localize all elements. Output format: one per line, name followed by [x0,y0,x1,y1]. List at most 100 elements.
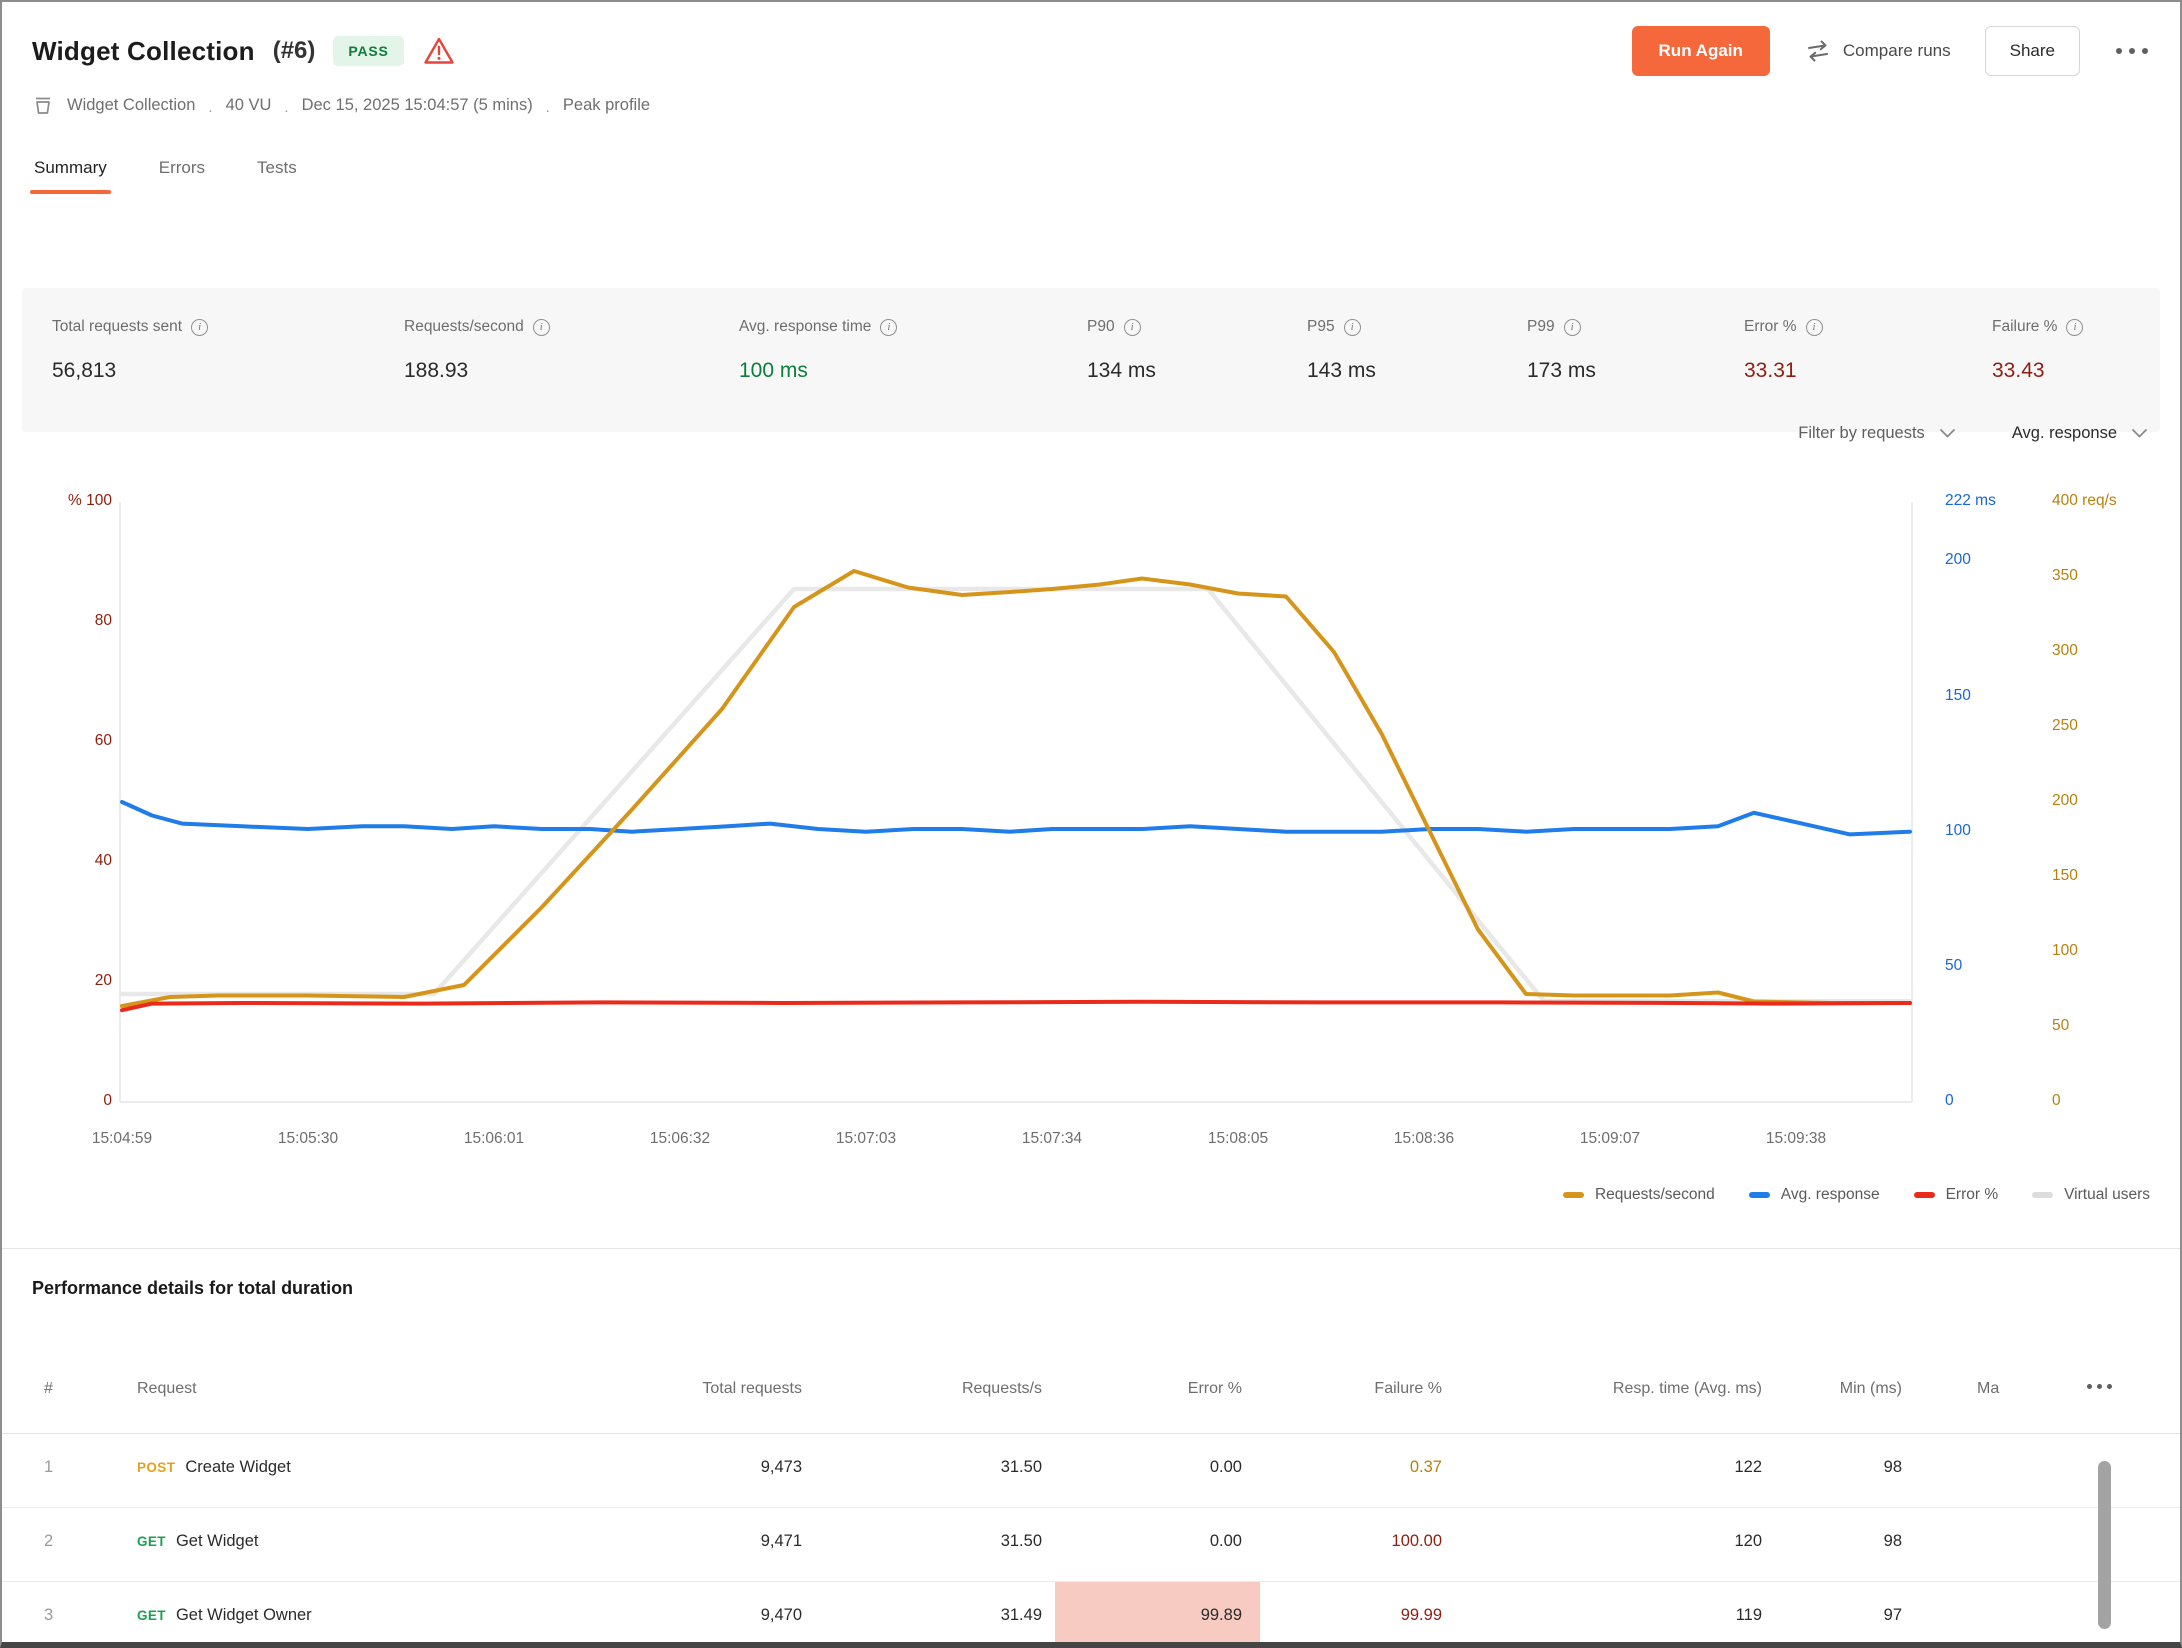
info-icon[interactable]: i [2066,319,2083,336]
legend-item-requests-second[interactable]: Requests/second [1563,1186,1715,1204]
stat-label: Requests/second i [404,318,550,336]
rps-axis-tick: 350 [2052,567,2078,585]
method-badge: POST [137,1460,175,1475]
legend-swatch-icon [1563,1192,1584,1198]
legend-label: Error % [1946,1186,1999,1204]
rps-axis-tick: 200 [2052,792,2078,810]
method-badge: GET [137,1534,166,1549]
legend-item-avg-response[interactable]: Avg. response [1749,1186,1880,1204]
run-meta-item: Dec 15, 2025 15:04:57 (5 mins) [302,96,533,115]
info-icon[interactable]: i [533,319,550,336]
stat-value: 134 ms [1087,359,1156,383]
stat-p90: P90 i 134 ms [1087,318,1156,383]
table-row[interactable]: 1POSTCreate Widget9,47331.500.000.371229… [2,1434,2180,1508]
compare-runs-button[interactable]: Compare runs [1804,39,1951,63]
method-badge: GET [137,1608,166,1623]
share-button[interactable]: Share [1985,26,2080,76]
stat-p99: P99i173 ms [1527,318,1596,383]
chart-controls: Filter by requests Avg. response [1798,424,2148,443]
rps-axis-tick: 400 req/s [2052,492,2117,510]
table-header-row: #RequestTotal requestsRequests/sError %F… [2,1354,2180,1434]
x-axis-tick: 15:09:07 [1550,1130,1670,1148]
stat-label-text: Avg. response time [739,318,871,336]
table-scrollbar[interactable] [2098,1461,2111,1629]
stat-requests-second: Requests/second i 188.93 [404,318,550,383]
ms-axis-tick: 222 ms [1945,492,1996,510]
legend-swatch-icon [2032,1192,2053,1198]
x-axis-tick: 15:08:36 [1364,1130,1484,1148]
header: Widget Collection (#6) PASS Run Again [32,20,2150,82]
compare-arrows-icon [1804,39,1832,63]
stat-label-text: P90 [1087,318,1115,336]
x-axis-tick: 15:09:38 [1736,1130,1856,1148]
page-title: Widget Collection [32,36,255,67]
table-row[interactable]: 2GETGet Widget9,47131.500.00100.0012098 [2,1508,2180,1582]
series-line-requests-second [122,571,1910,1006]
min-ms-cell: 98 [1302,1532,1902,1551]
metric-dropdown-label: Avg. response [2012,424,2117,443]
performance-table: #RequestTotal requestsRequests/sError %F… [2,1354,2180,1648]
tab-errors[interactable]: Errors [157,150,207,194]
column-header-min-ms-[interactable]: Min (ms) [1302,1380,1902,1398]
legend-label: Requests/second [1595,1186,1715,1204]
stat-value: 56,813 [52,359,208,383]
info-icon[interactable]: i [880,319,897,336]
table-row[interactable]: 3GETGet Widget Owner9,47031.4999.8999.99… [2,1582,2180,1648]
stat-avg-response-time: Avg. response time i 100 ms [739,318,897,383]
info-icon[interactable]: i [191,319,208,336]
filter-by-requests-dropdown[interactable]: Filter by requests [1798,424,1956,443]
stat-label: Total requests senti [52,318,208,336]
stat-label: P95i [1307,318,1376,336]
row-index: 2 [44,1532,53,1551]
stat-value: 143 ms [1307,359,1376,383]
x-axis-tick: 15:06:01 [434,1130,554,1148]
info-icon[interactable]: i [1564,319,1581,336]
x-axis-tick: 15:08:05 [1178,1130,1298,1148]
stat-value: 33.31 [1744,359,1823,383]
rps-axis-tick: 0 [2052,1092,2061,1110]
tab-tests[interactable]: Tests [255,150,299,194]
series-line-avg-response [122,802,1910,834]
info-icon[interactable]: i [1344,319,1361,336]
stat-label-text: Requests/second [404,318,524,336]
ms-axis-tick: 100 [1945,822,1971,840]
stat-error-: Error % i 33.31 [1744,318,1823,383]
more-options-icon[interactable] [2114,42,2150,60]
separator-dot: . [284,99,288,116]
left-axis-tick: 0 [30,1092,112,1110]
legend-item-virtual-users[interactable]: Virtual users [2032,1186,2150,1204]
stat-label: Avg. response time i [739,318,897,336]
x-axis-tick: 15:05:30 [248,1130,368,1148]
legend-item-error-[interactable]: Error % [1914,1186,1999,1204]
stat-label-text: P99 [1527,318,1555,336]
stat-failure-: Failure %i 33.43 [1992,318,2083,383]
rps-axis-tick: 100 [2052,942,2078,960]
breadcrumb: Widget Collection.40 VU.Dec 15, 2025 15:… [32,90,650,120]
metric-dropdown[interactable]: Avg. response [2012,424,2148,443]
run-meta: Widget Collection.40 VU.Dec 15, 2025 15:… [67,96,650,115]
stat-label: Failure %i [1992,318,2083,336]
column-header-request[interactable]: Request [137,1380,197,1398]
info-icon[interactable]: i [1806,319,1823,336]
tab-summary[interactable]: Summary [32,150,109,194]
series-line-virtual-users [122,589,1910,1001]
warning-icon[interactable] [422,35,456,67]
left-axis-tick: 40 [30,852,112,870]
info-icon[interactable]: i [1124,319,1141,336]
min-ms-cell: 97 [1302,1606,1902,1625]
legend-swatch-icon [1914,1192,1935,1198]
rps-axis-tick: 250 [2052,717,2078,735]
chart-legend: Requests/second Avg. response Error % Virtu… [1563,1186,2150,1204]
stat-value: 188.93 [404,359,550,383]
table-options-icon[interactable] [2087,1384,2112,1389]
run-again-button[interactable]: Run Again [1632,26,1770,76]
separator-dot: . [208,99,212,116]
left-axis-tick: 80 [30,612,112,630]
stat-label-text: Error % [1744,318,1797,336]
column-header--[interactable]: # [44,1380,53,1398]
column-header-ma[interactable]: Ma [1977,1380,1999,1398]
stat-value: 33.43 [1992,359,2083,383]
ms-axis-tick: 150 [1945,687,1971,705]
left-axis-tick: % 100 [30,492,112,510]
stat-value: 100 ms [739,359,897,383]
